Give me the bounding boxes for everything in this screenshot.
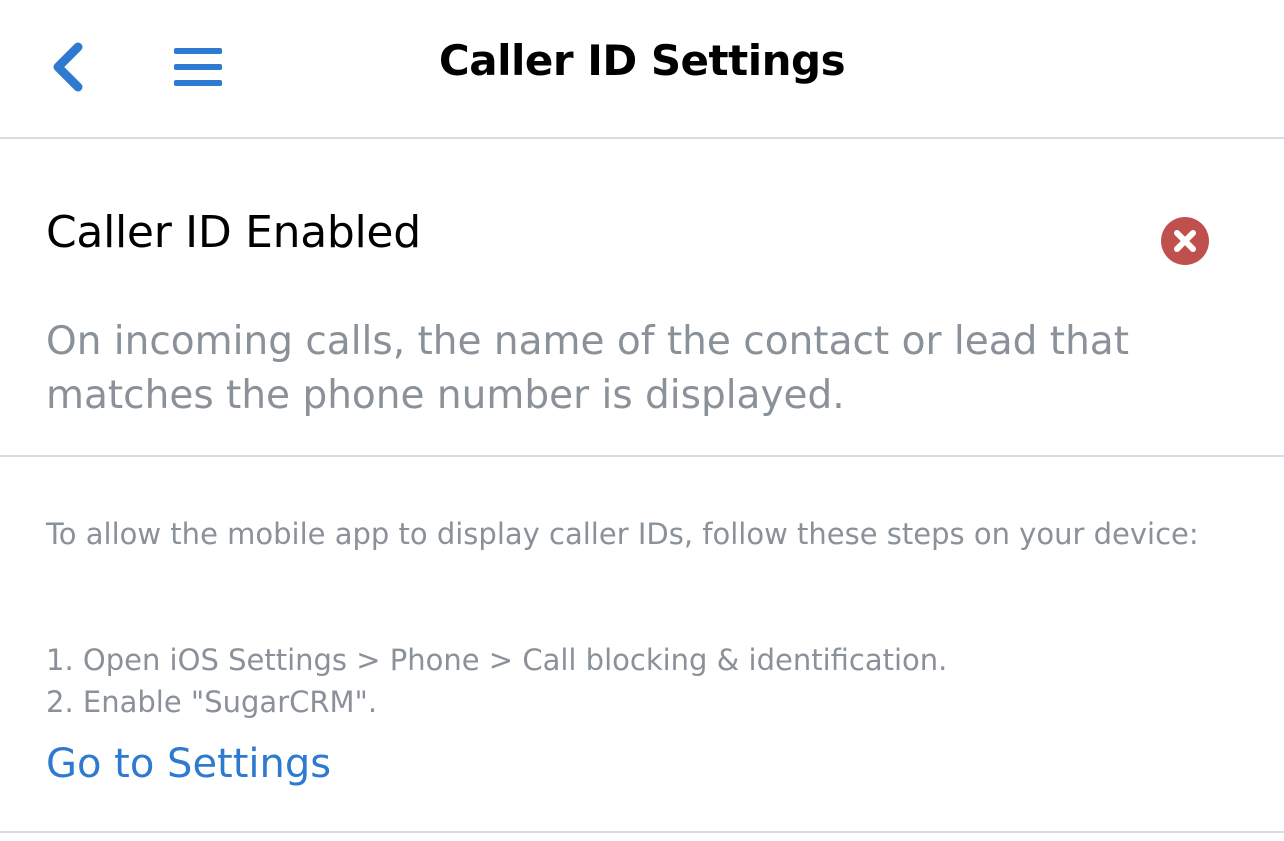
step-item: 1. Open iOS Settings > Phone > Call bloc… (46, 643, 948, 677)
setting-description: On incoming calls, the name of the conta… (46, 319, 1129, 418)
setting-label: Caller ID Enabled (46, 207, 421, 258)
go-to-settings-link[interactable]: Go to Settings (46, 741, 331, 787)
page-title: Caller ID Settings (438, 36, 846, 85)
close-circle-icon[interactable] (1160, 216, 1210, 266)
caller-id-setting-row: Caller ID Enabled On incoming calls, the… (0, 139, 1284, 457)
step-item: 2. Enable "SugarCRM". (46, 685, 378, 719)
instructions-intro: To allow the mobile app to display calle… (46, 517, 1199, 551)
steps-list: 1. Open iOS Settings > Phone > Call bloc… (46, 639, 947, 723)
header-bar: Caller ID Settings (0, 0, 1284, 139)
instructions-section: To allow the mobile app to display calle… (0, 457, 1284, 833)
